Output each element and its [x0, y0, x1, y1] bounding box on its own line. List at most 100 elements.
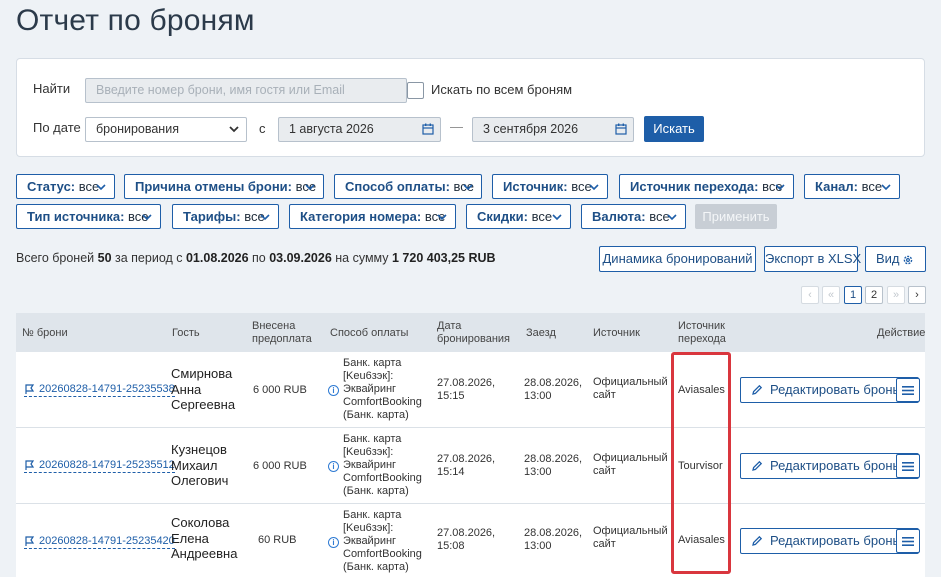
hamburger-icon: [902, 462, 914, 471]
date-type-value: бронирования: [96, 122, 179, 136]
col-guest[interactable]: Гость: [172, 327, 200, 340]
guest-name: Кузнецов Михаил Олегович: [171, 442, 229, 488]
filter-source[interactable]: Источник: все: [492, 174, 608, 199]
flag-icon: [25, 460, 35, 470]
apply-filters-button[interactable]: Применить: [695, 204, 777, 229]
booking-dynamics-button[interactable]: Динамика бронирований: [599, 246, 756, 272]
table-row: 20260828-14791-25235512 Кузнецов Михаил Ол…: [16, 428, 925, 504]
flag-icon: [25, 536, 35, 546]
date-to-input[interactable]: 3 сентября 2026: [472, 117, 634, 142]
chevron-down-icon: [437, 214, 447, 221]
filter-value: все: [531, 209, 553, 224]
edit-booking-button[interactable]: Редактировать бронь: [740, 528, 919, 554]
hamburger-icon: [902, 386, 914, 395]
col-prepaid[interactable]: Внесена предоплата: [252, 320, 312, 346]
filter-status[interactable]: Статус: все: [16, 174, 115, 199]
search-all-label: Искать по всем броням: [431, 82, 573, 97]
col-arrival[interactable]: Заезд: [526, 327, 556, 340]
export-xlsx-button[interactable]: Экспорт в XLSX: [764, 246, 861, 272]
page-next-button[interactable]: ›: [908, 286, 926, 304]
table-row: 20260828-14791-25235420 Соколова Елена Анд…: [16, 504, 925, 577]
chevron-down-icon: [96, 184, 106, 191]
filter-referral-source[interactable]: Источник перехода: все: [619, 174, 794, 199]
filter-label: Источник перехода:: [630, 179, 759, 194]
chevron-down-icon: [142, 214, 152, 221]
booking-number-link[interactable]: 20260828-14791-25235512: [24, 459, 175, 473]
source: Официальный сайт: [593, 452, 668, 477]
payment-method: Банк. карта [Keu6зэк]: Эквайринг ComfortBoo…: [343, 433, 422, 497]
col-source[interactable]: Источник: [593, 327, 640, 340]
edit-booking-button[interactable]: Редактировать бронь: [740, 377, 919, 403]
info-icon[interactable]: i: [328, 537, 339, 548]
filter-cancel-reason[interactable]: Причина отмены брони: все: [124, 174, 324, 199]
pencil-icon: [752, 460, 763, 471]
chevron-down-icon: [775, 184, 785, 191]
total-sum: 1 720 403,25 RUB: [392, 251, 496, 265]
gear-icon: [903, 255, 913, 265]
filter-label: Скидки:: [477, 209, 528, 224]
table-row: 20260828-14791-25235538 Смирнова Анна Серг…: [16, 352, 925, 428]
filter-discounts[interactable]: Скидки: все: [466, 204, 571, 229]
edit-booking-button[interactable]: Редактировать бронь: [740, 453, 919, 479]
filter-rates[interactable]: Тарифы: все: [172, 204, 279, 229]
filter-label: Причина отмены брони:: [135, 179, 292, 194]
row-menu-button[interactable]: [896, 454, 920, 478]
date-from-input[interactable]: 1 августа 2026: [278, 117, 441, 142]
row-menu-button[interactable]: [896, 378, 920, 402]
period-from: 01.08.2026: [185, 251, 249, 265]
filter-currency[interactable]: Валюта: все: [581, 204, 686, 229]
prepaid-amount: 60 RUB: [258, 534, 297, 546]
page-2-button[interactable]: 2: [865, 286, 883, 304]
filter-payment-method[interactable]: Способ оплаты: все: [334, 174, 482, 199]
col-booking-date[interactable]: Дата бронирования: [437, 320, 510, 346]
search-panel: Найти Введите номер брони, имя гостя или…: [16, 58, 925, 157]
info-icon[interactable]: i: [328, 385, 339, 396]
arrival-date: 28.08.2026, 13:00: [524, 453, 583, 478]
pencil-icon: [752, 535, 763, 546]
arrival-date: 28.08.2026, 13:00: [524, 377, 583, 402]
booking-number-link[interactable]: 20260828-14791-25235420: [24, 535, 175, 549]
search-button[interactable]: Искать: [644, 116, 704, 142]
pencil-icon: [752, 384, 763, 395]
filter-source-type[interactable]: Тип источника: все: [16, 204, 161, 229]
search-input[interactable]: Введите номер брони, имя гостя или Email: [85, 78, 407, 103]
filter-room-category[interactable]: Категория номера: все: [289, 204, 456, 229]
chevron-down-icon: [881, 184, 891, 191]
payment-method: Банк. карта [Keu6зэк]: Эквайринг ComfortBoo…: [343, 509, 422, 573]
period-to: 03.09.2026: [269, 251, 332, 265]
guest-name: Соколова Елена Андреевна: [171, 515, 238, 561]
calendar-icon: [422, 123, 434, 135]
referral-source-highlight: [671, 352, 731, 574]
filter-label: Источник:: [503, 179, 568, 194]
search-all-checkbox[interactable]: [407, 82, 424, 99]
col-booking-no[interactable]: № брони: [22, 327, 68, 340]
chevron-down-icon: [589, 184, 599, 191]
arrival-date: 28.08.2026, 13:00: [524, 527, 583, 552]
filter-label: Тип источника:: [27, 209, 125, 224]
page-prev-button[interactable]: «: [822, 286, 840, 304]
filter-label: Валюта:: [592, 209, 646, 224]
bookings-count: 50: [97, 251, 112, 265]
date-from-value: 1 августа 2026: [289, 122, 374, 136]
chevron-down-icon: [552, 214, 562, 221]
payment-method: Банк. карта [Keu6зэк]: Эквайринг ComfortBoo…: [343, 357, 422, 421]
chevron-down-icon: [260, 214, 270, 221]
range-dash: —: [450, 119, 463, 134]
info-icon[interactable]: i: [328, 461, 339, 472]
page-first-button[interactable]: ‹: [801, 286, 819, 304]
row-menu-button[interactable]: [896, 529, 920, 553]
booking-number-link[interactable]: 20260828-14791-25235538: [24, 383, 175, 397]
booking-date: 27.08.2026, 15:08: [437, 527, 496, 552]
view-button[interactable]: Вид: [865, 246, 926, 272]
col-referral-source[interactable]: Источник перехода: [678, 320, 726, 346]
date-to-value: 3 сентября 2026: [483, 122, 579, 136]
hamburger-icon: [902, 537, 914, 546]
filter-channel[interactable]: Канал: все: [804, 174, 900, 199]
col-action: Действие: [877, 327, 926, 339]
booking-date: 27.08.2026, 15:15: [437, 377, 496, 402]
date-type-select[interactable]: бронирования: [85, 117, 247, 142]
guest-name: Смирнова Анна Сергеевна: [171, 366, 236, 412]
col-payment-method[interactable]: Способ оплаты: [330, 327, 408, 340]
page-next-double-button[interactable]: »: [887, 286, 905, 304]
page-1-button[interactable]: 1: [844, 286, 862, 304]
